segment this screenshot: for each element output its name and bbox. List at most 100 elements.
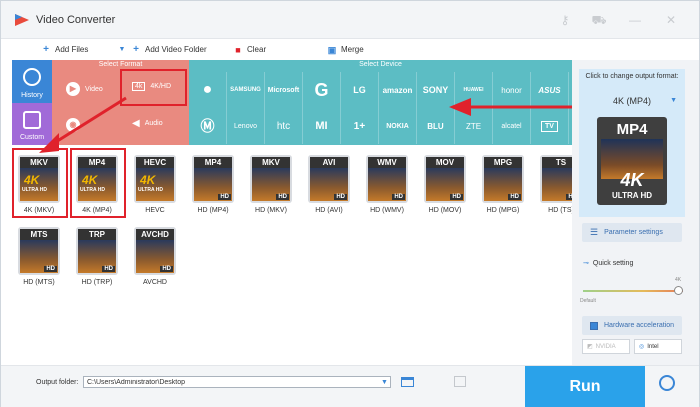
device-google[interactable]: G: [303, 72, 341, 108]
format-label: HD (MOV): [428, 207, 462, 214]
add-video-folder-label: Add Video Folder: [145, 45, 207, 54]
title-bar: Video Converter ⚷ ⛟ — ✕: [1, 1, 699, 39]
slider-knob[interactable]: [674, 286, 683, 295]
format-label: HD (TRP): [81, 279, 113, 286]
device-nokia[interactable]: NOKIA: [379, 108, 417, 144]
format-hd-badge: HD: [160, 266, 173, 272]
parameter-settings-button[interactable]: ☰ Parameter settings: [582, 223, 682, 242]
format-tag: MOV: [426, 157, 464, 168]
intel-chip[interactable]: ◎ Intel: [634, 339, 682, 354]
output-folder-label: Output folder:: [36, 379, 79, 386]
format-item[interactable]: MP4 HD HD (MP4): [188, 149, 238, 217]
format-label: HD (WMV): [370, 207, 404, 214]
merge-button[interactable]: ▣ Merge: [327, 43, 364, 56]
cart-icon[interactable]: ⛟: [591, 12, 607, 28]
sliders-icon: ☰: [590, 227, 599, 237]
parameter-settings-label: Parameter settings: [604, 229, 663, 236]
format-item[interactable]: MKV HD HD (MKV): [246, 149, 296, 217]
minimize-icon[interactable]: —: [627, 12, 643, 28]
device-lg[interactable]: LG: [341, 72, 379, 108]
output-format-selector[interactable]: Click to change output format: 4K (MP4) …: [579, 69, 685, 217]
red-arrow-left-icon: [449, 98, 575, 116]
device-htc[interactable]: htc: [265, 108, 303, 144]
format-item[interactable]: MTS HD HD (MTS): [14, 221, 64, 289]
add-files-button[interactable]: + Add Files: [41, 43, 88, 56]
format-thumbnail: HEVC 4K ULTRA HD: [134, 155, 176, 203]
format-thumbnail: AVCHD HD: [134, 227, 176, 275]
format-thumbnail: TRP HD: [76, 227, 118, 275]
output-folder-input[interactable]: [83, 376, 391, 388]
audio-format-label: Audio: [144, 120, 163, 127]
clear-button[interactable]: ■ Clear: [233, 43, 266, 56]
add-video-folder-button[interactable]: ▼ + Add Video Folder: [117, 43, 207, 56]
plus-icon: +: [43, 43, 49, 55]
format-item[interactable]: MOV HD HD (MOV): [420, 149, 470, 217]
output-format-title: Click to change output format:: [585, 73, 679, 80]
output-format-thumbnail: MP4 4K ULTRA HD: [597, 117, 667, 205]
intel-icon: ◎: [639, 344, 645, 350]
format-4k-mark: 4K: [140, 173, 156, 187]
add-files-label: Add Files: [55, 45, 89, 54]
highlight-4k-mp4: [70, 148, 126, 218]
output-thumb-4k: 4K: [620, 170, 644, 190]
dropdown-icon: ▼: [118, 45, 126, 53]
format-tag: MP4: [194, 157, 232, 168]
chevron-down-icon[interactable]: ▼: [381, 379, 388, 386]
format-hd-badge: HD: [102, 266, 115, 272]
format-label: HD (MKV): [255, 207, 287, 214]
hardware-acceleration-button[interactable]: Hardware acceleration: [582, 316, 682, 335]
format-hd-badge: HD: [276, 194, 289, 200]
open-folder-icon[interactable]: [454, 376, 466, 387]
format-item[interactable]: TRP HD HD (TRP): [72, 221, 122, 289]
device-oneplus[interactable]: 1+: [341, 108, 379, 144]
close-icon[interactable]: ✕: [663, 12, 679, 28]
device-mi[interactable]: MI: [303, 108, 341, 144]
device-lenovo[interactable]: Lenovo: [227, 108, 265, 144]
checkbox-icon: [590, 321, 598, 330]
format-tag: MPG: [484, 157, 522, 168]
format-label: HD (MTS): [23, 279, 55, 286]
key-icon[interactable]: ⚷: [557, 12, 573, 28]
format-label: HD (MPG): [486, 207, 520, 214]
output-thumb-tag: MP4: [616, 121, 648, 138]
merge-icon: ▣: [327, 44, 337, 55]
format-tag: TRP: [78, 229, 116, 240]
device-samsung[interactable]: SAMSUNG: [227, 72, 265, 108]
format-label: HEVC: [145, 207, 165, 214]
format-tag: HEVC: [136, 157, 174, 168]
device-amazon[interactable]: amazon: [379, 72, 417, 108]
chevron-down-icon: ▼: [670, 97, 677, 104]
folder-icon[interactable]: [401, 377, 414, 387]
history-icon: [23, 68, 41, 86]
format-item[interactable]: AVCHD HD AVCHD: [130, 221, 180, 289]
red-arrow-down-icon: [39, 96, 127, 153]
format-item[interactable]: MPG HD HD (MPG): [478, 149, 528, 217]
device-motorola[interactable]: Ⓜ: [189, 108, 227, 144]
format-item[interactable]: AVI HD HD (AVI): [304, 149, 354, 217]
format-label: HD (AVI): [315, 207, 343, 214]
apple-icon: ●: [202, 81, 213, 98]
tv-icon: TV: [541, 120, 558, 132]
nvidia-chip[interactable]: ◩ NVIDIA: [582, 339, 630, 354]
trash-icon: ■: [235, 44, 241, 55]
format-item[interactable]: HEVC 4K ULTRA HD HEVC: [130, 149, 180, 217]
format-hd-badge: HD: [508, 194, 521, 200]
run-button[interactable]: Run: [525, 366, 645, 407]
device-microsoft[interactable]: Microsoft: [265, 72, 303, 108]
quick-setting-icon: ⊸: [583, 260, 589, 267]
hardware-acceleration-label: Hardware acceleration: [604, 322, 675, 329]
quality-slider[interactable]: [583, 284, 683, 298]
format-item[interactable]: WMV HD HD (WMV): [362, 149, 412, 217]
toolbar: + Add Files ▼ + Add Video Folder ■ Clear…: [1, 39, 699, 59]
format-label: HD (MP4): [197, 207, 229, 214]
format-thumbnail: MOV HD: [424, 155, 466, 203]
alarm-clock-icon[interactable]: [659, 375, 675, 391]
device-apple[interactable]: ●: [189, 72, 227, 108]
quick-setting-4k-label: 4K: [675, 277, 682, 283]
format-thumbnail: MKV HD: [250, 155, 292, 203]
merge-label: Merge: [341, 45, 364, 54]
intel-label: Intel: [647, 343, 659, 350]
format-thumbnail: MPG HD: [482, 155, 524, 203]
format-hd-badge: HD: [44, 266, 57, 272]
output-thumb-uhd: ULTRA HD: [612, 191, 652, 200]
